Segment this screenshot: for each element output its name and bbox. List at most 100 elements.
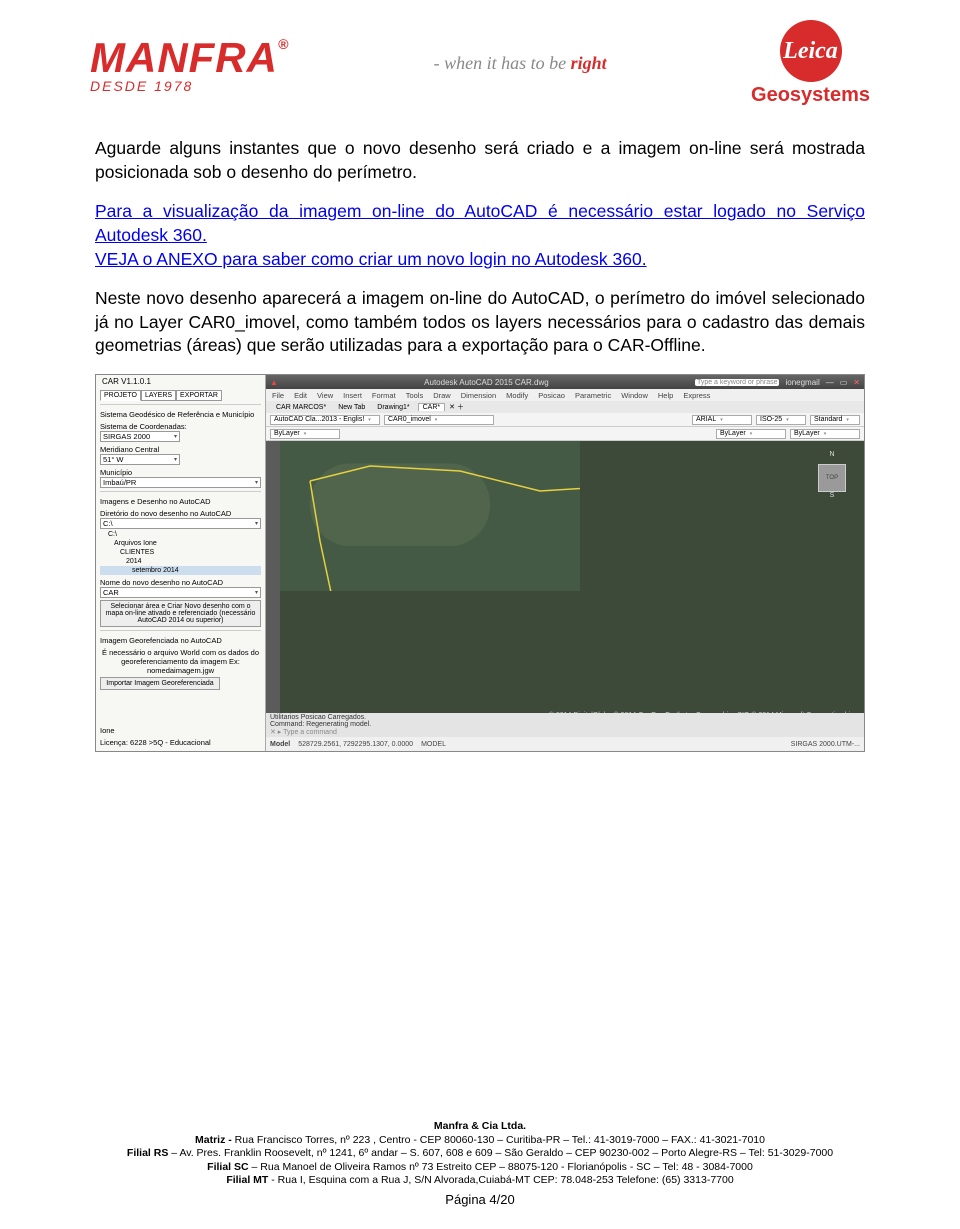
status-bar: Model 528729.2561, 7292295.1307, 0.0000 …	[266, 737, 864, 751]
coordinate-system[interactable]: SIRGAS 2000.UTM-...	[791, 741, 860, 748]
username: Ione	[100, 726, 211, 735]
manfra-logo: MANFRA® DESDE 1978	[90, 34, 289, 94]
paragraph-3: Neste novo desenho aparecerá a imagem on…	[95, 287, 865, 358]
tab-projeto[interactable]: PROJETO	[100, 390, 141, 401]
tree-node[interactable]: 2014	[100, 557, 261, 566]
maximize-icon[interactable]: ▭	[840, 378, 848, 387]
tree-node[interactable]: Arquivos Ione	[100, 539, 261, 548]
command-window[interactable]: Utilitarios Posicao Carregados. Command:…	[266, 713, 864, 737]
combo-coord[interactable]: SIRGAS 2000	[100, 431, 180, 442]
menu-file[interactable]: File	[272, 391, 284, 400]
menu-express[interactable]: Express	[683, 391, 710, 400]
dimstyle-combo[interactable]: ISO-25	[756, 415, 806, 425]
viewcube-top[interactable]: TOP	[818, 464, 846, 492]
menu-view[interactable]: View	[317, 391, 333, 400]
page-footer: Manfra & Cia Ltda. Matriz - Rua Francisc…	[0, 1120, 960, 1209]
tree-node[interactable]: C:\	[100, 530, 261, 539]
paragraph-1: Aguarde alguns instantes que o novo dese…	[95, 137, 865, 184]
menu-draw[interactable]: Draw	[433, 391, 451, 400]
autodesk-login-note-b[interactable]: VEJA o ANEXO para saber como criar um no…	[95, 249, 647, 269]
cmd-prompt[interactable]: Type a command	[283, 729, 337, 736]
btn-selecionar-area[interactable]: Selecionar área e Criar Novo desenho com…	[100, 600, 261, 627]
search-box[interactable]: Type a keyword or phrase	[695, 379, 780, 386]
viewcube[interactable]: N TOP S	[808, 451, 856, 499]
car-title: CAR V1.1.0.1	[100, 377, 261, 389]
toolbar-row-2: ByLayer ByLayer ByLayer	[266, 427, 864, 441]
manfra-wordmark: MANFRA	[90, 34, 278, 81]
color-combo[interactable]: ByLayer	[270, 429, 340, 439]
dir-tree[interactable]: C:\ Arquivos Ione CLIENTES 2014 setembro…	[100, 530, 261, 575]
menu-dimension[interactable]: Dimension	[461, 391, 496, 400]
combo-meridiano[interactable]: 51° W	[100, 454, 180, 465]
doc-tab[interactable]: Drawing1*	[373, 404, 413, 411]
menu-window[interactable]: Window	[621, 391, 648, 400]
menu-edit[interactable]: Edit	[294, 391, 307, 400]
licenca: Licença: 6228 >5Q - Educacional	[100, 738, 211, 747]
leica-logo: Leica Geosystems	[751, 20, 870, 107]
lbl-meridiano: Meridiano Central	[100, 445, 261, 454]
menu-parametric[interactable]: Parametric	[575, 391, 611, 400]
standard-combo[interactable]: Standard	[810, 415, 860, 425]
user-badge[interactable]: ionegmail	[785, 378, 819, 387]
menu-bar: File Edit View Insert Format Tools Draw …	[266, 389, 864, 401]
menu-help[interactable]: Help	[658, 391, 673, 400]
workspace-combo[interactable]: AutoCAD Cla...2013 - Englis!	[270, 415, 380, 425]
menu-insert[interactable]: Insert	[343, 391, 362, 400]
lbl-municipio: Município	[100, 468, 261, 477]
title-text: Autodesk AutoCAD 2015 CAR.dwg	[424, 378, 549, 387]
menu-tools[interactable]: Tools	[406, 391, 424, 400]
compass-n: N	[808, 451, 856, 458]
lbl-imagens: Imagens e Desenho no AutoCAD	[100, 497, 261, 506]
new-tab-icon[interactable]: ✕ ＋	[449, 402, 464, 412]
model-indicator[interactable]: MODEL	[421, 741, 446, 748]
toolbar-row-1: AutoCAD Cla...2013 - Englis! CAR0_imovel…	[266, 413, 864, 427]
paragraph-2: Para a visualização da imagem on-line do…	[95, 200, 865, 271]
autocad-logo-icon: ▲	[270, 378, 278, 387]
cursor-coords: 528729.2561, 7292295.1307, 0.0000	[298, 741, 413, 748]
doc-tab[interactable]: CAR MARCOS*	[272, 404, 330, 411]
autocad-screenshot: CAR V1.1.0.1 PROJETO LAYERS EXPORTAR Sis…	[95, 374, 865, 752]
txt-georef: É necessário o arquivo World com os dado…	[100, 648, 261, 675]
lineweight-combo[interactable]: ByLayer	[790, 429, 860, 439]
page-number: Página 4/20	[0, 1192, 960, 1209]
autocad-titlebar: ▲ Autodesk AutoCAD 2015 CAR.dwg Type a k…	[266, 375, 864, 389]
lbl-sistema: Sistema Geodésico de Referência e Municí…	[100, 410, 261, 419]
btn-importar-imagem[interactable]: Importar Imagem Georeferenciada	[100, 677, 220, 690]
lbl-nome: Nome do novo desenho no AutoCAD	[100, 578, 261, 587]
combo-municipio[interactable]: Imbaú/PR	[100, 477, 261, 488]
autodesk-login-note-a[interactable]: Para a visualização da imagem on-line do…	[95, 201, 865, 245]
doc-tab[interactable]: New Tab	[334, 404, 369, 411]
body-content: Aguarde alguns instantes que o novo dese…	[0, 107, 960, 358]
tree-node[interactable]: CLIENTES	[100, 548, 261, 557]
tab-exportar[interactable]: EXPORTAR	[176, 390, 222, 401]
combo-dir[interactable]: C:\	[100, 518, 261, 529]
tagline: - when it has to be right	[434, 53, 607, 74]
menu-modify[interactable]: Modify	[506, 391, 528, 400]
model-tab[interactable]: Model	[270, 741, 290, 748]
tab-layers[interactable]: LAYERS	[141, 390, 176, 401]
parcel-polyline	[280, 441, 580, 591]
cmd-line: Command: Regenerating model.	[270, 721, 860, 728]
input-nome[interactable]: CAR	[100, 587, 261, 598]
linetype-combo[interactable]: ByLayer	[716, 429, 786, 439]
lbl-diretorio: Diretório do novo desenho no AutoCAD	[100, 509, 261, 518]
drawing-canvas[interactable]: [-][Top][3D Wireframe] N TOP S © 2014 Di…	[280, 441, 864, 723]
autocad-window: ▲ Autodesk AutoCAD 2015 CAR.dwg Type a k…	[266, 375, 864, 751]
car-tabs: PROJETO LAYERS EXPORTAR	[100, 390, 261, 401]
car-panel: CAR V1.1.0.1 PROJETO LAYERS EXPORTAR Sis…	[96, 375, 266, 751]
textstyle-combo[interactable]: ARIAL	[692, 415, 752, 425]
cmd-line: Utilitarios Posicao Carregados.	[270, 714, 860, 721]
lbl-coord: Sistema de Coordenadas:	[100, 422, 261, 431]
document-tabs: CAR MARCOS* New Tab Drawing1* CAR* ✕ ＋	[266, 401, 864, 413]
close-icon[interactable]: ✕	[853, 378, 860, 387]
menu-format[interactable]: Format	[372, 391, 396, 400]
doc-tab-active[interactable]: CAR*	[418, 403, 446, 411]
page-header: MANFRA® DESDE 1978 - when it has to be r…	[0, 0, 960, 107]
leica-roundel: Leica	[780, 20, 842, 82]
compass-s: S	[808, 492, 856, 499]
layer-combo[interactable]: CAR0_imovel	[384, 415, 494, 425]
menu-posicao[interactable]: Posicao	[538, 391, 565, 400]
minimize-icon[interactable]: —	[826, 378, 834, 387]
tree-node-selected[interactable]: setembro 2014	[100, 566, 261, 575]
leica-wordmark: Geosystems	[751, 84, 870, 107]
